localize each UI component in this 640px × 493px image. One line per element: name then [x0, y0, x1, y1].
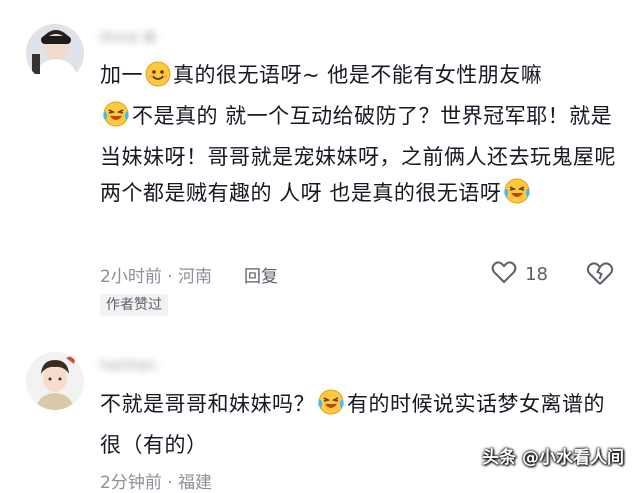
username[interactable]: hanhan	[100, 356, 156, 378]
comment-text-part: 真的很无语呀~ 他是不能有女性朋友嘛	[173, 63, 543, 87]
like-count: 18	[525, 264, 548, 285]
watermark: 头条 @小水看人间	[482, 448, 624, 468]
comment-text: 加一 真的很无语呀~ 他是不能有女性朋友嘛 不是真的 就一个互动给破防了？世界冠军…	[100, 57, 620, 216]
time-location: 2小时前 · 河南	[100, 267, 213, 287]
comment-item: Anna ✿ 加一 真的很无语呀~ 他是不能有女性朋友嘛 不是真的 就一个互动给破…	[0, 0, 640, 340]
comment-meta: 2分钟前 · 福建	[100, 468, 212, 493]
laugh-cry-emoji	[102, 100, 130, 139]
avatar[interactable]	[26, 352, 84, 410]
dislike-button[interactable]	[586, 261, 614, 290]
laugh-cry-emoji	[317, 388, 345, 427]
smile-emoji	[145, 61, 171, 98]
comment-meta: 2小时前 · 河南 回复	[100, 262, 278, 287]
reply-button[interactable]: 回复	[244, 262, 278, 287]
laugh-cry-emoji	[503, 177, 531, 216]
avatar[interactable]	[26, 24, 84, 82]
time-location: 2分钟前 · 福建	[100, 473, 213, 493]
comment-text-part: 加一	[100, 63, 143, 87]
heart-icon	[491, 260, 517, 289]
author-liked-badge: 作者赞过	[100, 294, 168, 316]
broken-heart-icon	[586, 262, 614, 290]
username[interactable]: Anna ✿	[100, 28, 156, 50]
like-button[interactable]: 18	[491, 260, 548, 289]
comment-text-part: 不是真的 就一个互动给破防了？世界冠军耶！就是当妹妹呀！哥哥就是宠妹妹呀，之前俩…	[100, 104, 616, 205]
comment-text-part: 不就是哥哥和妹妹吗？	[100, 392, 315, 416]
